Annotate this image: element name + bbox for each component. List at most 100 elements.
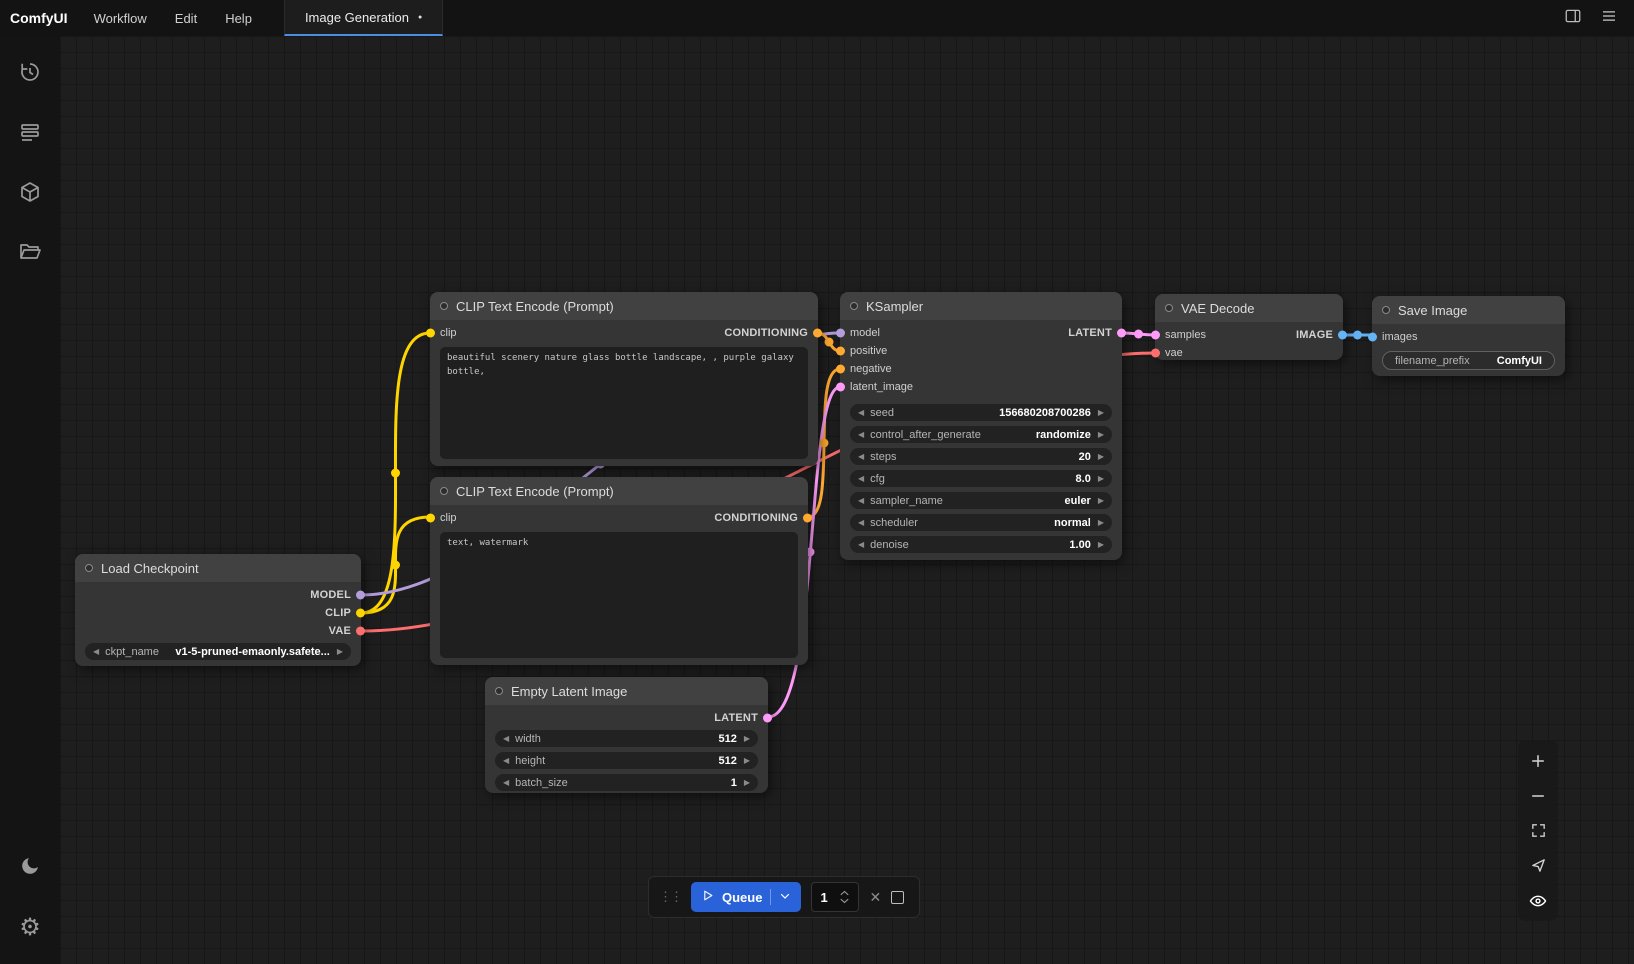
fit-view-button[interactable] [1521, 814, 1555, 847]
decrement-arrow-icon[interactable]: ◀ [858, 475, 864, 483]
clip-output-port[interactable] [356, 609, 365, 618]
widget-filename-prefix[interactable]: filename_prefix ComfyUI [1382, 351, 1555, 370]
increment-arrow-icon[interactable]: ▶ [1098, 475, 1104, 483]
decrement-arrow-icon[interactable]: ◀ [858, 431, 864, 439]
focus-mode-button[interactable] [1521, 849, 1555, 882]
conditioning-output-port[interactable] [803, 514, 812, 523]
latent-image-input-port[interactable] [836, 383, 845, 392]
decrement-arrow-icon[interactable]: ◀ [858, 541, 864, 549]
increment-arrow-icon[interactable]: ▶ [337, 648, 343, 656]
clip-input-port[interactable] [426, 514, 435, 523]
node-header[interactable]: CLIP Text Encode (Prompt) [430, 292, 818, 320]
node-empty-latent-image[interactable]: Empty Latent Image LATENT ◀ width 512 ▶ … [485, 677, 768, 793]
decrement-arrow-icon[interactable]: ◀ [503, 757, 509, 765]
widget-denoise[interactable]: ◀ denoise 1.00 ▶ [850, 536, 1112, 553]
collapse-dot-icon[interactable] [85, 564, 93, 572]
collapse-dot-icon[interactable] [1165, 304, 1173, 312]
node-vae-decode[interactable]: VAE Decode samples IMAGE vae [1155, 294, 1343, 360]
stepper-down-icon[interactable] [840, 898, 849, 904]
decrement-arrow-icon[interactable]: ◀ [93, 648, 99, 656]
stop-icon[interactable] [891, 891, 904, 904]
batch-count-stepper[interactable] [811, 882, 859, 912]
settings-button[interactable]: ⚙ [8, 906, 52, 950]
decrement-arrow-icon[interactable]: ◀ [858, 453, 864, 461]
increment-arrow-icon[interactable]: ▶ [1098, 497, 1104, 505]
widget-cfg[interactable]: ◀ cfg 8.0 ▶ [850, 470, 1112, 487]
clip-input-port[interactable] [426, 329, 435, 338]
batch-count-input[interactable] [812, 890, 838, 905]
node-header[interactable]: CLIP Text Encode (Prompt) [430, 477, 808, 505]
node-ksampler[interactable]: KSampler model LATENT positive negative [840, 292, 1122, 560]
decrement-arrow-icon[interactable]: ◀ [858, 519, 864, 527]
collapse-dot-icon[interactable] [440, 302, 448, 310]
collapse-dot-icon[interactable] [1382, 306, 1390, 314]
widget-height[interactable]: ◀ height 512 ▶ [495, 752, 758, 769]
widget-control-after-generate[interactable]: ◀ control_after_generate randomize ▶ [850, 426, 1112, 443]
sidebar-item-queue[interactable] [8, 112, 52, 156]
menu-help[interactable]: Help [211, 0, 266, 36]
conditioning-output-port[interactable] [813, 329, 822, 338]
increment-arrow-icon[interactable]: ▶ [744, 757, 750, 765]
increment-arrow-icon[interactable]: ▶ [744, 779, 750, 787]
decrement-arrow-icon[interactable]: ◀ [858, 497, 864, 505]
increment-arrow-icon[interactable]: ▶ [1098, 409, 1104, 417]
node-header[interactable]: Save Image [1372, 296, 1565, 324]
collapse-dot-icon[interactable] [495, 687, 503, 695]
sidebar-item-history[interactable] [8, 52, 52, 96]
menu-workflow[interactable]: Workflow [80, 0, 161, 36]
zoom-out-button[interactable] [1521, 779, 1555, 812]
zoom-in-button[interactable] [1521, 744, 1555, 777]
widget-width[interactable]: ◀ width 512 ▶ [495, 730, 758, 747]
cancel-icon[interactable]: ✕ [869, 889, 881, 906]
node-header[interactable]: Empty Latent Image [485, 677, 768, 705]
collapse-dot-icon[interactable] [440, 487, 448, 495]
widget-batch-size[interactable]: ◀ batch_size 1 ▶ [495, 774, 758, 791]
node-header[interactable]: Load Checkpoint [75, 554, 361, 582]
latent-output-port[interactable] [1117, 329, 1126, 338]
tab-image-generation[interactable]: Image Generation ● [284, 0, 443, 36]
widget-seed[interactable]: ◀ seed 156680208700286 ▶ [850, 404, 1112, 421]
node-save-image[interactable]: Save Image images filename_prefix ComfyU… [1372, 296, 1565, 376]
node-clip-text-encode-positive[interactable]: CLIP Text Encode (Prompt) clip CONDITION… [430, 292, 818, 466]
toggle-panel-button[interactable] [1558, 4, 1588, 32]
negative-prompt-textarea[interactable]: text, watermark [440, 532, 798, 658]
node-clip-text-encode-negative[interactable]: CLIP Text Encode (Prompt) clip CONDITION… [430, 477, 808, 665]
increment-arrow-icon[interactable]: ▶ [1098, 431, 1104, 439]
model-output-port[interactable] [356, 591, 365, 600]
sidebar-item-models[interactable] [8, 172, 52, 216]
widget-ckpt-name[interactable]: ◀ ckpt_name v1-5-pruned-emaonly.safete..… [85, 643, 351, 660]
increment-arrow-icon[interactable]: ▶ [1098, 453, 1104, 461]
queue-button[interactable]: Queue [691, 882, 801, 912]
collapse-dot-icon[interactable] [850, 302, 858, 310]
decrement-arrow-icon[interactable]: ◀ [503, 735, 509, 743]
node-load-checkpoint[interactable]: Load Checkpoint MODEL CLIP VAE ◀ ckpt_na [75, 554, 361, 666]
decrement-arrow-icon[interactable]: ◀ [503, 779, 509, 787]
increment-arrow-icon[interactable]: ▶ [1098, 519, 1104, 527]
samples-input-port[interactable] [1151, 331, 1160, 340]
menu-edit[interactable]: Edit [161, 0, 211, 36]
node-header[interactable]: VAE Decode [1155, 294, 1343, 322]
negative-input-port[interactable] [836, 365, 845, 374]
images-input-port[interactable] [1368, 333, 1377, 342]
drag-handle-icon[interactable]: ⋮⋮ [659, 889, 681, 905]
main-menu-button[interactable] [1594, 4, 1624, 32]
toggle-visibility-button[interactable] [1521, 884, 1555, 917]
node-canvas[interactable]: Load Checkpoint MODEL CLIP VAE ◀ ckpt_na [60, 36, 1634, 964]
vae-input-port[interactable] [1151, 349, 1160, 358]
positive-input-port[interactable] [836, 347, 845, 356]
latent-output-port[interactable] [763, 714, 772, 723]
widget-scheduler[interactable]: ◀ scheduler normal ▶ [850, 514, 1112, 531]
positive-prompt-textarea[interactable]: beautiful scenery nature glass bottle la… [440, 347, 808, 459]
decrement-arrow-icon[interactable]: ◀ [858, 409, 864, 417]
vae-output-port[interactable] [356, 627, 365, 636]
chevron-down-icon[interactable] [779, 890, 791, 905]
increment-arrow-icon[interactable]: ▶ [1098, 541, 1104, 549]
stepper-up-icon[interactable] [840, 890, 849, 896]
model-input-port[interactable] [836, 329, 845, 338]
image-output-port[interactable] [1338, 331, 1347, 340]
sidebar-item-workflows[interactable] [8, 232, 52, 276]
widget-sampler-name[interactable]: ◀ sampler_name euler ▶ [850, 492, 1112, 509]
node-header[interactable]: KSampler [840, 292, 1122, 320]
widget-steps[interactable]: ◀ steps 20 ▶ [850, 448, 1112, 465]
theme-toggle-button[interactable] [8, 846, 52, 890]
